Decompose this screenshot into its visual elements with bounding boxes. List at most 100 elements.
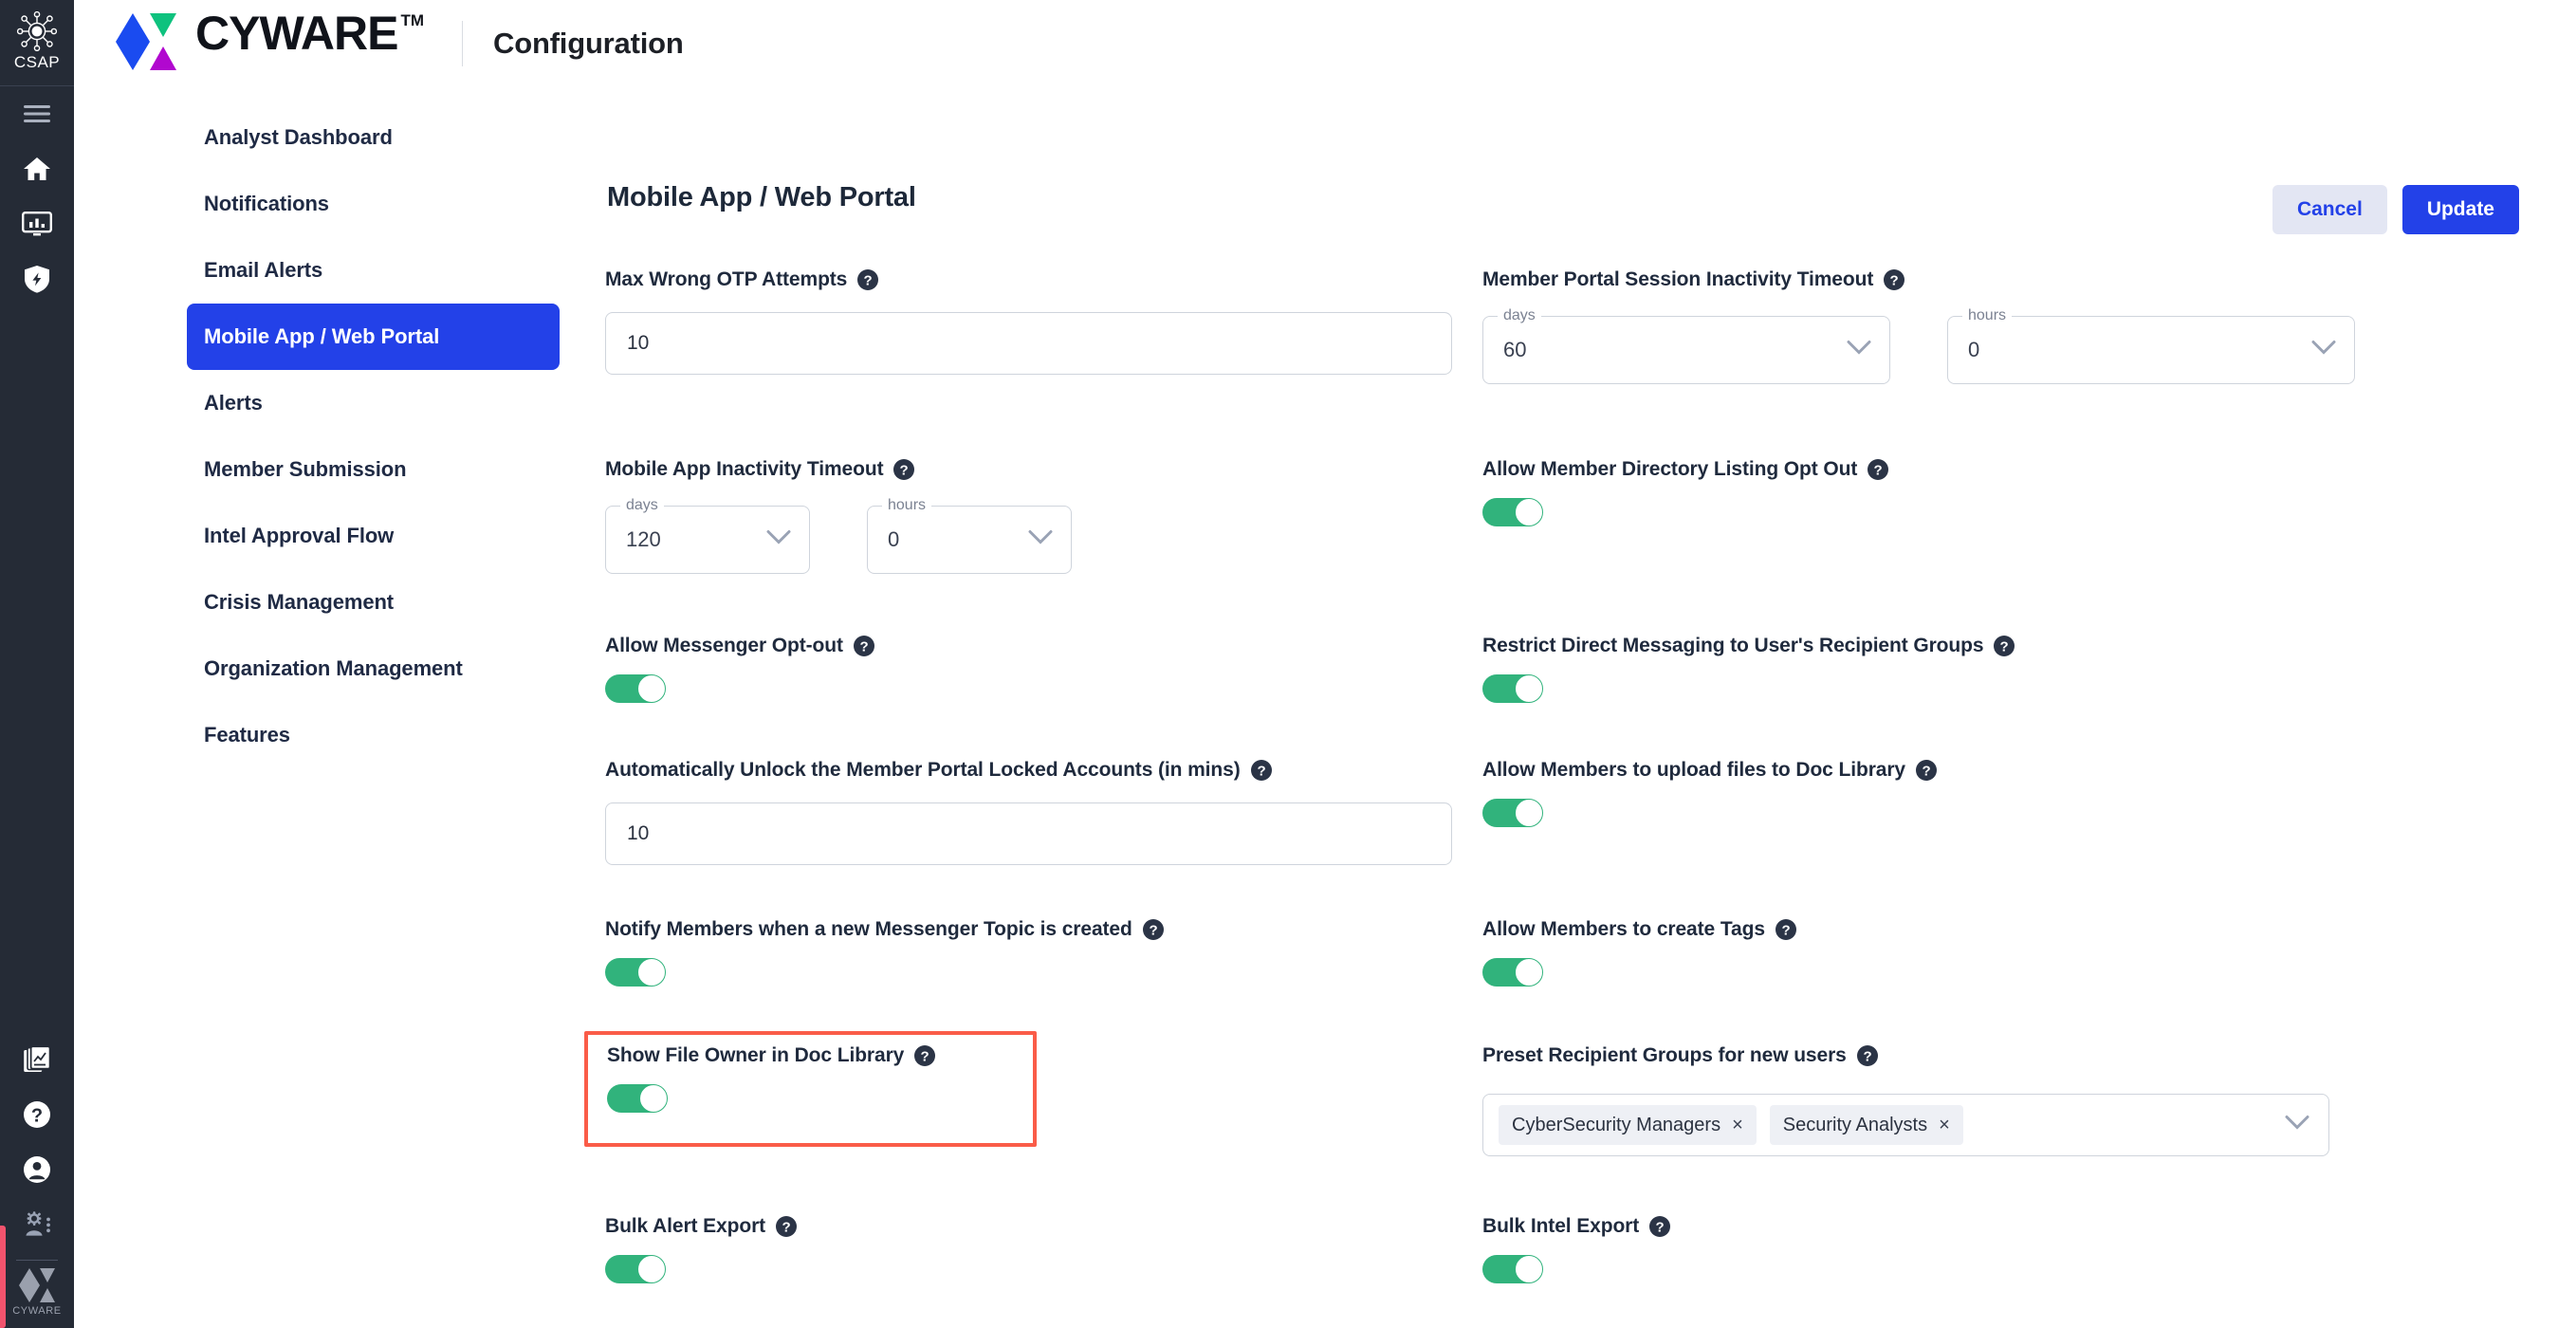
user-account-glyph — [23, 1155, 51, 1184]
help-question-icon[interactable]: ? — [1993, 635, 2015, 657]
member-directory-opt-out-label: Allow Member Directory Listing Opt Out — [1482, 458, 1857, 481]
field-label-row: Preset Recipient Groups for new users ? — [1482, 1044, 2538, 1067]
field-label-row: Bulk Intel Export ? — [1482, 1215, 2538, 1238]
help-question-icon[interactable]: ? — [1648, 1215, 1671, 1238]
mobile-app-hours-select[interactable]: hours 0 — [867, 506, 1072, 574]
sidebar-item-intel-approval-flow[interactable]: Intel Approval Flow — [187, 503, 560, 569]
icon-rail: CSAP — [0, 0, 74, 1328]
field-label-row: Notify Members when a new Messenger Topi… — [605, 918, 1482, 941]
svg-text:?: ? — [1863, 1049, 1871, 1065]
sidebar-item-email-alerts[interactable]: Email Alerts — [187, 237, 560, 304]
member-portal-hours-value: 0 — [1968, 338, 1979, 362]
chevron-down-icon — [766, 530, 791, 550]
sidebar-item-notifications[interactable]: Notifications — [187, 171, 560, 237]
messenger-opt-out-toggle[interactable] — [605, 674, 664, 703]
rail-bottom-icons: ? — [0, 1032, 74, 1328]
sidebar-item-crisis-management[interactable]: Crisis Management — [187, 569, 560, 636]
toggle-knob — [1515, 674, 1543, 703]
toggle-knob — [1515, 498, 1543, 526]
toggle-knob — [637, 958, 666, 987]
cancel-button[interactable]: Cancel — [2272, 185, 2387, 234]
sidebar-item-organization-management[interactable]: Organization Management — [187, 636, 560, 702]
help-glyph: ? — [23, 1100, 51, 1129]
svg-text:?: ? — [1656, 1220, 1665, 1236]
rail-primary-icons — [0, 86, 74, 306]
svg-text:?: ? — [1149, 923, 1157, 939]
field-label-row: Allow Member Directory Listing Opt Out ? — [1482, 458, 2538, 481]
max-wrong-otp-input[interactable] — [605, 312, 1452, 375]
sidebar-item-member-submission[interactable]: Member Submission — [187, 436, 560, 503]
member-portal-hours-select[interactable]: hours 0 — [1947, 316, 2355, 384]
help-question-icon[interactable]: ? — [775, 1215, 798, 1238]
mobile-app-days-value: 120 — [626, 527, 661, 552]
help-question-icon[interactable]: ? — [1856, 1044, 1879, 1067]
field-label-row: Automatically Unlock the Member Portal L… — [605, 759, 1482, 782]
sidebar-item-alerts[interactable]: Alerts — [187, 370, 560, 436]
help-question-icon[interactable]: ? — [1883, 268, 1905, 291]
mobile-app-days-select[interactable]: days 120 — [605, 506, 810, 574]
field-member-directory-opt-out: Allow Member Directory Listing Opt Out ? — [1482, 458, 2538, 574]
member-portal-timeout-label: Member Portal Session Inactivity Timeout — [1482, 268, 1873, 291]
section-title: Mobile App / Web Portal — [607, 182, 916, 213]
help-question-icon[interactable]: ? — [856, 268, 879, 291]
bulk-intel-export-toggle[interactable] — [1482, 1255, 1541, 1283]
svg-text:?: ? — [31, 1105, 43, 1126]
mobile-app-timeout-selects: days 120 hours 0 — [605, 506, 1482, 574]
help-question-icon[interactable]: ? — [1867, 458, 1889, 481]
help-question-icon[interactable]: ? — [0, 1087, 74, 1142]
help-question-icon[interactable]: ? — [1250, 759, 1273, 782]
create-tags-toggle[interactable] — [1482, 958, 1541, 987]
cyware-logo-icon — [112, 11, 180, 77]
help-question-icon[interactable]: ? — [1915, 759, 1938, 782]
chip-remove-icon[interactable]: × — [1939, 1116, 1950, 1134]
restrict-direct-messaging-toggle[interactable] — [1482, 674, 1541, 703]
help-question-icon[interactable]: ? — [892, 458, 915, 481]
help-question-icon[interactable]: ? — [1142, 918, 1165, 941]
topbar-divider — [462, 21, 463, 66]
update-button[interactable]: Update — [2402, 185, 2519, 234]
svg-text:?: ? — [1257, 764, 1265, 780]
auto-unlock-input[interactable] — [605, 802, 1452, 865]
help-question-icon[interactable]: ? — [1775, 918, 1797, 941]
member-directory-opt-out-toggle[interactable] — [1482, 498, 1541, 526]
user-account-icon[interactable] — [0, 1142, 74, 1197]
preset-recipient-groups-label: Preset Recipient Groups for new users — [1482, 1044, 1847, 1067]
cyware-brand[interactable]: CYWARE TM — [112, 9, 424, 77]
bulk-intel-export-label: Bulk Intel Export — [1482, 1215, 1639, 1238]
member-portal-days-select[interactable]: days 60 — [1482, 316, 1890, 384]
home-icon[interactable] — [0, 141, 74, 196]
help-question-icon[interactable]: ? — [853, 635, 875, 657]
create-tags-label: Allow Members to create Tags — [1482, 918, 1765, 941]
cyware-mark-glyph — [112, 11, 180, 72]
dashboard-monitor-icon[interactable] — [0, 196, 74, 251]
field-label-row: Bulk Alert Export ? — [605, 1215, 1482, 1238]
main-region: Analyst Dashboard Notifications Email Al… — [74, 87, 2576, 1328]
upload-files-doc-library-toggle[interactable] — [1482, 799, 1541, 827]
show-file-owner-label: Show File Owner in Doc Library — [607, 1044, 904, 1067]
settings-nav-sidebar: Analyst Dashboard Notifications Email Al… — [74, 87, 605, 1328]
sidebar-item-features[interactable]: Features — [187, 702, 560, 768]
reports-document-icon[interactable] — [0, 1032, 74, 1087]
toggle-knob — [639, 1084, 668, 1113]
preset-recipient-groups-select[interactable]: CyberSecurity Managers × Security Analys… — [1482, 1094, 2329, 1156]
notify-messenger-topic-toggle[interactable] — [605, 958, 664, 987]
shield-threat-icon[interactable] — [0, 251, 74, 306]
field-bulk-intel-export: Bulk Intel Export ? — [1482, 1215, 2538, 1288]
sidebar-item-mobile-app-web-portal[interactable]: Mobile App / Web Portal — [187, 304, 560, 370]
field-label-row: Allow Members to upload files to Doc Lib… — [1482, 759, 2538, 782]
select-outline — [1482, 316, 1890, 384]
hamburger-menu-glyph — [23, 103, 51, 124]
admin-settings-icon[interactable] — [0, 1197, 74, 1252]
field-bulk-alert-export: Bulk Alert Export ? — [605, 1215, 1482, 1288]
show-file-owner-toggle[interactable] — [607, 1084, 666, 1113]
chip-security-analysts: Security Analysts × — [1770, 1105, 1963, 1145]
help-question-icon[interactable]: ? — [913, 1044, 936, 1067]
toggle-knob — [1515, 1255, 1543, 1283]
settings-grid: Max Wrong OTP Attempts ? Member Portal S… — [605, 268, 2538, 1288]
chevron-down-icon[interactable] — [2285, 1116, 2309, 1135]
hamburger-menu-icon[interactable] — [0, 86, 74, 141]
chip-remove-icon[interactable]: × — [1732, 1116, 1743, 1134]
sidebar-item-analyst-dashboard[interactable]: Analyst Dashboard — [187, 104, 560, 171]
field-label-row: Restrict Direct Messaging to User's Reci… — [1482, 635, 2538, 657]
bulk-alert-export-toggle[interactable] — [605, 1255, 664, 1283]
